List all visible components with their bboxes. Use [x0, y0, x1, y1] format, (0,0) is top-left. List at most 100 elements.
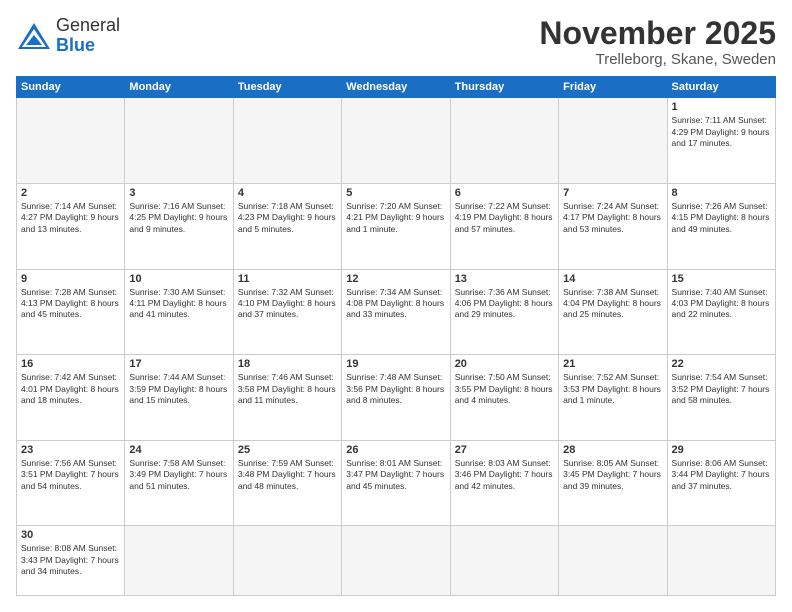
- day-info: Sunrise: 7:24 AM Sunset: 4:17 PM Dayligh…: [563, 201, 662, 235]
- day-number: 16: [21, 358, 120, 370]
- day-number: 17: [129, 358, 228, 370]
- calendar-cell: [233, 526, 341, 596]
- calendar-cell: 7 Sunrise: 7:24 AM Sunset: 4:17 PM Daylig…: [559, 183, 667, 269]
- day-info: Sunrise: 7:18 AM Sunset: 4:23 PM Dayligh…: [238, 201, 337, 235]
- day-info: Sunrise: 8:05 AM Sunset: 3:45 PM Dayligh…: [563, 458, 662, 492]
- day-number: 21: [563, 358, 662, 370]
- calendar-cell: 14 Sunrise: 7:38 AM Sunset: 4:04 PM Dayli…: [559, 269, 667, 355]
- calendar-cell: 17Sunrise: 7:44 AM Sunset: 3:59 PM Dayli…: [125, 355, 233, 441]
- calendar-cell: 11 Sunrise: 7:32 AM Sunset: 4:10 PM Dayli…: [233, 269, 341, 355]
- weekday-header-tuesday: Tuesday: [233, 77, 341, 98]
- day-info: Sunrise: 7:28 AM Sunset: 4:13 PM Dayligh…: [21, 287, 120, 321]
- day-info: Sunrise: 7:56 AM Sunset: 3:51 PM Dayligh…: [21, 458, 120, 492]
- day-info: Sunrise: 7:54 AM Sunset: 3:52 PM Dayligh…: [672, 372, 771, 406]
- day-info: Sunrise: 7:58 AM Sunset: 3:49 PM Dayligh…: [129, 458, 228, 492]
- day-number: 27: [455, 444, 554, 456]
- calendar-cell: 29 Sunrise: 8:06 AM Sunset: 3:44 PM Dayli…: [667, 440, 775, 526]
- logo: GeneralBlue: [16, 16, 120, 56]
- month-title: November 2025: [539, 16, 776, 51]
- day-info: Sunrise: 7:50 AM Sunset: 3:55 PM Dayligh…: [455, 372, 554, 406]
- weekday-header-friday: Friday: [559, 77, 667, 98]
- calendar-table: SundayMondayTuesdayWednesdayThursdayFrid…: [16, 76, 776, 596]
- day-info: Sunrise: 7:59 AM Sunset: 3:48 PM Dayligh…: [238, 458, 337, 492]
- day-info: Sunrise: 7:16 AM Sunset: 4:25 PM Dayligh…: [129, 201, 228, 235]
- calendar-cell: [125, 98, 233, 184]
- calendar-cell: 21 Sunrise: 7:52 AM Sunset: 3:53 PM Dayli…: [559, 355, 667, 441]
- day-number: 14: [563, 273, 662, 285]
- calendar-cell: 9 Sunrise: 7:28 AM Sunset: 4:13 PM Daylig…: [17, 269, 125, 355]
- calendar-cell: 2Sunrise: 7:14 AM Sunset: 4:27 PM Daylig…: [17, 183, 125, 269]
- calendar-cell: 15 Sunrise: 7:40 AM Sunset: 4:03 PM Dayli…: [667, 269, 775, 355]
- calendar-cell: 12 Sunrise: 7:34 AM Sunset: 4:08 PM Dayli…: [342, 269, 450, 355]
- day-number: 15: [672, 273, 771, 285]
- day-info: Sunrise: 7:22 AM Sunset: 4:19 PM Dayligh…: [455, 201, 554, 235]
- day-info: Sunrise: 7:38 AM Sunset: 4:04 PM Dayligh…: [563, 287, 662, 321]
- day-number: 24: [129, 444, 228, 456]
- day-info: Sunrise: 7:34 AM Sunset: 4:08 PM Dayligh…: [346, 287, 445, 321]
- calendar-cell: 27 Sunrise: 8:03 AM Sunset: 3:46 PM Dayli…: [450, 440, 558, 526]
- calendar-cell: 4Sunrise: 7:18 AM Sunset: 4:23 PM Daylig…: [233, 183, 341, 269]
- calendar-cell: 19 Sunrise: 7:48 AM Sunset: 3:56 PM Dayli…: [342, 355, 450, 441]
- calendar-cell: 1Sunrise: 7:11 AM Sunset: 4:29 PM Daylig…: [667, 98, 775, 184]
- day-info: Sunrise: 8:03 AM Sunset: 3:46 PM Dayligh…: [455, 458, 554, 492]
- day-number: 9: [21, 273, 120, 285]
- day-number: 30: [21, 529, 120, 541]
- day-number: 8: [672, 187, 771, 199]
- day-number: 23: [21, 444, 120, 456]
- day-number: 29: [672, 444, 771, 456]
- day-info: Sunrise: 8:06 AM Sunset: 3:44 PM Dayligh…: [672, 458, 771, 492]
- day-number: 28: [563, 444, 662, 456]
- calendar-cell: [667, 526, 775, 596]
- calendar-cell: 20 Sunrise: 7:50 AM Sunset: 3:55 PM Dayli…: [450, 355, 558, 441]
- calendar-cell: [559, 98, 667, 184]
- day-info: Sunrise: 7:20 AM Sunset: 4:21 PM Dayligh…: [346, 201, 445, 235]
- calendar-cell: 18Sunrise: 7:46 AM Sunset: 3:58 PM Dayli…: [233, 355, 341, 441]
- day-info: Sunrise: 7:48 AM Sunset: 3:56 PM Dayligh…: [346, 372, 445, 406]
- calendar-cell: 24 Sunrise: 7:58 AM Sunset: 3:49 PM Dayli…: [125, 440, 233, 526]
- calendar-cell: 6 Sunrise: 7:22 AM Sunset: 4:19 PM Daylig…: [450, 183, 558, 269]
- day-number: 18: [238, 358, 337, 370]
- day-info: Sunrise: 7:32 AM Sunset: 4:10 PM Dayligh…: [238, 287, 337, 321]
- day-number: 6: [455, 187, 554, 199]
- day-number: 2: [21, 187, 120, 199]
- day-info: Sunrise: 8:01 AM Sunset: 3:47 PM Dayligh…: [346, 458, 445, 492]
- weekday-header-sunday: Sunday: [17, 77, 125, 98]
- day-info: Sunrise: 8:08 AM Sunset: 3:43 PM Dayligh…: [21, 543, 120, 577]
- day-number: 7: [563, 187, 662, 199]
- calendar-cell: 25Sunrise: 7:59 AM Sunset: 3:48 PM Dayli…: [233, 440, 341, 526]
- weekday-header-wednesday: Wednesday: [342, 77, 450, 98]
- day-number: 12: [346, 273, 445, 285]
- day-number: 11: [238, 273, 337, 285]
- calendar-cell: 8Sunrise: 7:26 AM Sunset: 4:15 PM Daylig…: [667, 183, 775, 269]
- calendar-cell: [342, 526, 450, 596]
- calendar-cell: [450, 98, 558, 184]
- title-section: November 2025 Trelleborg, Skane, Sweden: [539, 16, 776, 68]
- calendar-cell: 10 Sunrise: 7:30 AM Sunset: 4:11 PM Dayli…: [125, 269, 233, 355]
- calendar-cell: [450, 526, 558, 596]
- calendar-cell: [233, 98, 341, 184]
- calendar-cell: [17, 98, 125, 184]
- calendar-cell: 16Sunrise: 7:42 AM Sunset: 4:01 PM Dayli…: [17, 355, 125, 441]
- day-number: 5: [346, 187, 445, 199]
- calendar-cell: 13Sunrise: 7:36 AM Sunset: 4:06 PM Dayli…: [450, 269, 558, 355]
- day-number: 10: [129, 273, 228, 285]
- calendar-cell: 3 Sunrise: 7:16 AM Sunset: 4:25 PM Daylig…: [125, 183, 233, 269]
- calendar-cell: 30 Sunrise: 8:08 AM Sunset: 3:43 PM Dayli…: [17, 526, 125, 596]
- calendar-cell: 22Sunrise: 7:54 AM Sunset: 3:52 PM Dayli…: [667, 355, 775, 441]
- day-number: 20: [455, 358, 554, 370]
- calendar-cell: 28 Sunrise: 8:05 AM Sunset: 3:45 PM Dayli…: [559, 440, 667, 526]
- calendar-cell: [559, 526, 667, 596]
- day-info: Sunrise: 7:30 AM Sunset: 4:11 PM Dayligh…: [129, 287, 228, 321]
- day-info: Sunrise: 7:52 AM Sunset: 3:53 PM Dayligh…: [563, 372, 662, 406]
- weekday-header-monday: Monday: [125, 77, 233, 98]
- weekday-header-saturday: Saturday: [667, 77, 775, 98]
- calendar-cell: 26Sunrise: 8:01 AM Sunset: 3:47 PM Dayli…: [342, 440, 450, 526]
- day-info: Sunrise: 7:40 AM Sunset: 4:03 PM Dayligh…: [672, 287, 771, 321]
- day-number: 3: [129, 187, 228, 199]
- day-number: 19: [346, 358, 445, 370]
- weekday-header-thursday: Thursday: [450, 77, 558, 98]
- location-title: Trelleborg, Skane, Sweden: [539, 51, 776, 68]
- logo-icon: [16, 21, 52, 51]
- calendar-cell: [125, 526, 233, 596]
- day-info: Sunrise: 7:11 AM Sunset: 4:29 PM Dayligh…: [672, 115, 771, 149]
